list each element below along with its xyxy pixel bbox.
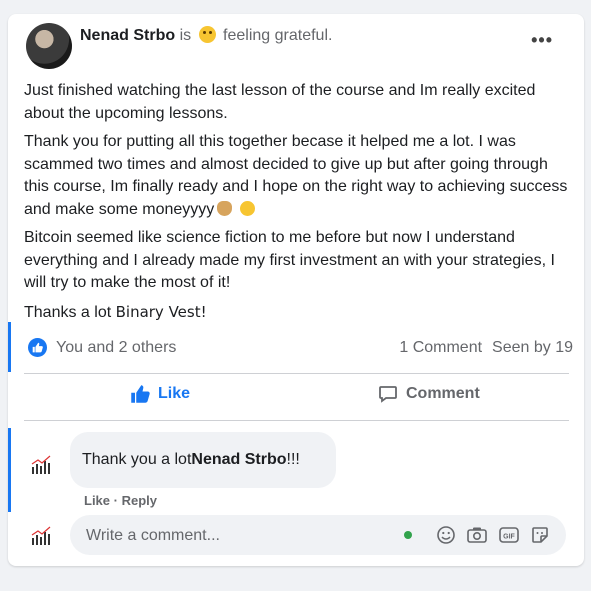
post-header: Nenad Strbo is feeling grateful. <box>80 26 332 46</box>
grateful-emoji-icon <box>198 26 216 43</box>
comment-composer: GIF <box>70 515 566 557</box>
sticker-icon[interactable] <box>530 525 550 545</box>
post-paragraph: Bitcoin seemed like science fiction to m… <box>24 229 555 291</box>
comment-button[interactable]: Comment <box>378 384 480 404</box>
divider <box>24 420 569 421</box>
divider <box>24 373 569 374</box>
composer-avatar <box>27 518 55 546</box>
comment-suffix: !!! <box>286 451 300 468</box>
post-paragraph-text: Thank you for putting all this together … <box>24 133 568 218</box>
grin-emoji-icon <box>240 200 256 216</box>
author-name[interactable]: Nenad Strbo <box>80 27 175 44</box>
emoji-icon[interactable] <box>436 525 456 545</box>
more-options-icon[interactable]: ••• <box>531 30 553 51</box>
composer-tools: GIF <box>404 525 550 545</box>
svg-text:GIF: GIF <box>503 534 515 541</box>
commenter-avatar[interactable] <box>27 447 55 475</box>
seen-count[interactable]: Seen by 19 <box>492 339 573 356</box>
comment-reply-link[interactable]: Reply <box>122 493 157 508</box>
reaction-text: You and 2 others <box>56 338 177 356</box>
comment-icon <box>379 386 397 403</box>
highlight-bar <box>8 322 11 372</box>
reaction-summary[interactable]: You and 2 others <box>28 338 176 357</box>
comment-mention[interactable]: Nenad Strbo <box>191 451 286 469</box>
post-body: Just finished watching the last lesson o… <box>24 80 569 330</box>
camera-icon[interactable] <box>466 525 488 545</box>
is-label: is <box>179 27 192 44</box>
post-stats: 1 Comment Seen by 19 <box>399 339 573 357</box>
thanks-text: Thanks a lot <box>24 303 112 321</box>
comment-text: Thank you a lot <box>82 451 192 468</box>
online-dot-icon <box>404 531 412 539</box>
brand-name: Binary Vest <box>115 302 201 321</box>
comment-like-link[interactable]: Like <box>84 493 110 508</box>
author-avatar[interactable] <box>26 23 72 69</box>
like-reaction-icon <box>28 338 47 357</box>
gif-icon[interactable]: GIF <box>498 525 520 545</box>
exclaim: ! <box>200 302 207 321</box>
comment-bubble: Thank you a lot Nenad Strbo !!! <box>70 432 336 488</box>
chart-logo-icon <box>31 526 51 545</box>
money-bag-emoji-icon <box>217 200 233 216</box>
like-button[interactable]: Like <box>130 384 190 404</box>
separator: · <box>110 493 122 508</box>
comment-input[interactable] <box>84 515 388 557</box>
post-paragraph: Thanks a lot Binary Vest! <box>24 301 569 325</box>
highlight-bar <box>8 428 11 512</box>
comment-count[interactable]: 1 Comment <box>399 339 482 356</box>
chart-logo-icon <box>31 455 51 474</box>
thumbs-up-icon <box>131 385 150 403</box>
comment-label: Comment <box>406 385 480 402</box>
like-label: Like <box>158 385 191 402</box>
comment-actions: Like · Reply <box>84 493 157 508</box>
post-paragraph: Thank you for putting all this together … <box>24 131 569 221</box>
feeling-label: feeling grateful. <box>223 27 333 44</box>
post-paragraph: Just finished watching the last lesson o… <box>24 82 536 122</box>
